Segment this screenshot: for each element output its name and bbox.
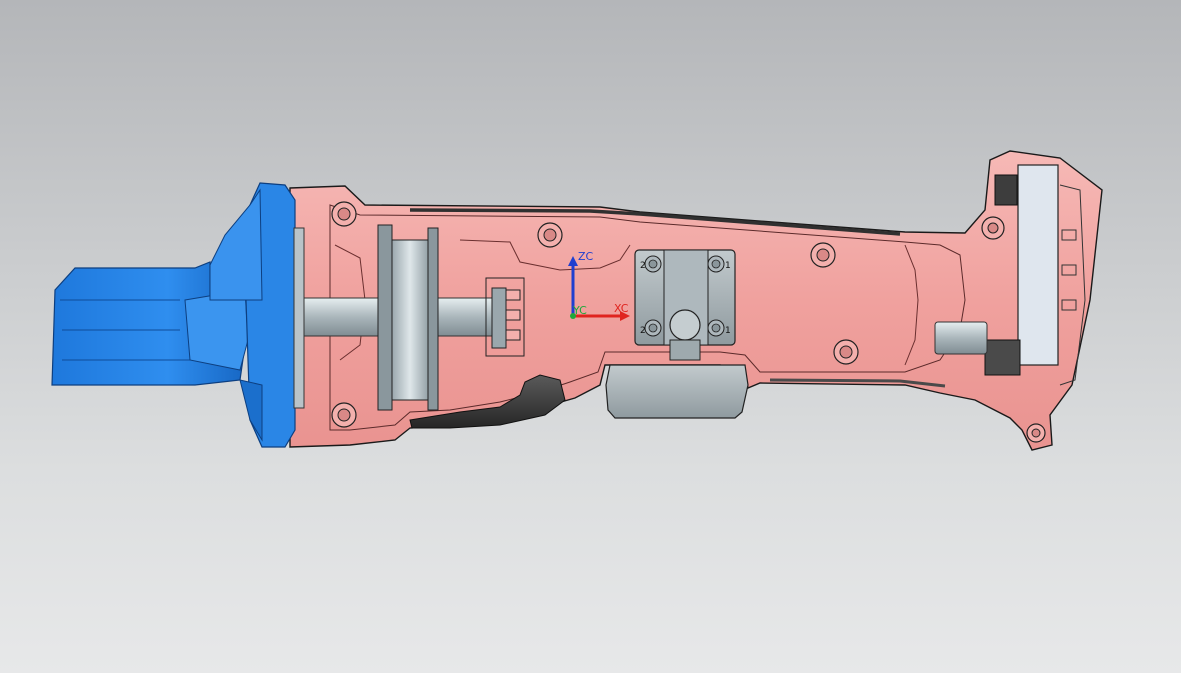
bracket-label-bottom-right: 1: [725, 326, 731, 336]
y-axis-label: YC: [572, 304, 587, 317]
bracket-label-top-left: 2: [640, 261, 646, 271]
switch-button[interactable]: [605, 364, 749, 419]
screw-boss: [833, 339, 859, 365]
screw-boss: [537, 222, 563, 248]
switch-bracket[interactable]: 2 1 2 1: [634, 249, 736, 361]
z-axis-label: ZC: [578, 250, 594, 263]
cad-graphics-viewport[interactable]: 2 1 2 1 ZC XC YC: [0, 0, 1181, 673]
screw-boss: [331, 201, 357, 227]
screw-boss: [1026, 423, 1046, 443]
bracket-label-bottom-left: 2: [640, 326, 646, 336]
motor-rotor[interactable]: [377, 224, 439, 411]
flange-lower-housing: [239, 379, 263, 442]
flange-upper-housing: [209, 188, 263, 301]
connector-pin: [934, 321, 988, 355]
x-axis-label: XC: [614, 302, 629, 315]
gear-head-housing[interactable]: [51, 182, 296, 448]
fan-guard: [293, 227, 305, 409]
screw-boss: [810, 242, 836, 268]
screw-boss: [331, 402, 357, 428]
bracket-label-top-right: 1: [725, 261, 731, 271]
screw-boss: [981, 216, 1005, 240]
nose-tab: [184, 289, 249, 371]
